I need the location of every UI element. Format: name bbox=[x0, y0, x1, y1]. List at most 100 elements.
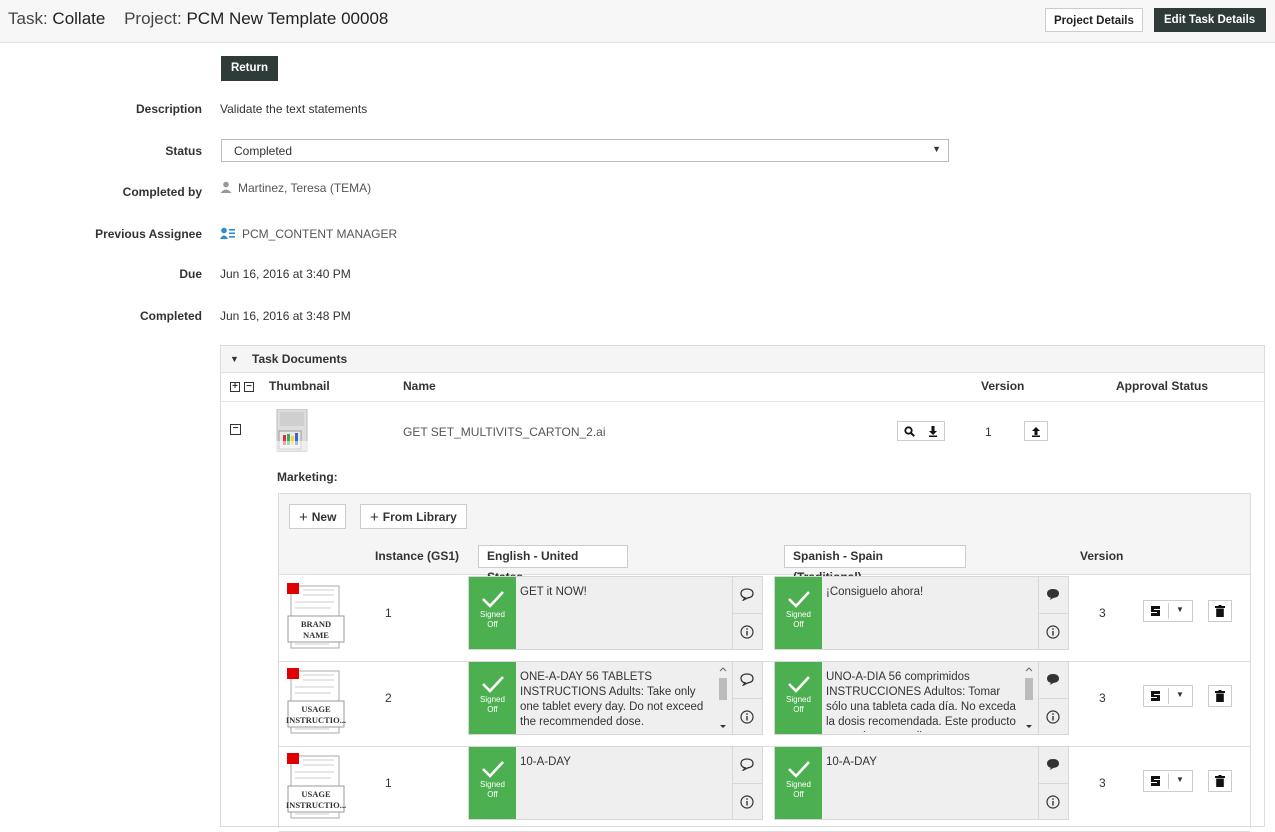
completed-label: Completed bbox=[139, 309, 202, 323]
content-thumbnail[interactable]: USAGEINSTRUCTIO... bbox=[279, 665, 347, 737]
signed-off-badge[interactable]: Signed Off bbox=[469, 662, 516, 734]
spanish-text-card[interactable]: Signed Off 10-A-DAY bbox=[774, 746, 1069, 820]
english-text-card[interactable]: Signed Off GET it NOW! bbox=[468, 576, 763, 650]
signed-off-text: Signed bbox=[480, 780, 505, 789]
spanish-text[interactable]: UNO-A-DIA 56 comprimidos INSTRUCCIONES A… bbox=[826, 670, 1021, 732]
description-label: Description bbox=[135, 102, 202, 116]
comment-filled-icon[interactable] bbox=[1046, 758, 1060, 771]
task-documents-header[interactable]: ▼ Task Documents bbox=[221, 346, 1264, 373]
checkmark-icon bbox=[481, 676, 504, 693]
expand-all-icon[interactable]: + bbox=[230, 382, 240, 392]
thumb-label: INSTRUCTIO... bbox=[286, 715, 346, 725]
delete-button[interactable] bbox=[1208, 685, 1232, 707]
caret-down-icon[interactable]: ▼ bbox=[1176, 605, 1184, 614]
document-name-link[interactable]: GET SET_MULTIVITS_CARTON_2.ai bbox=[403, 425, 606, 439]
caret-down-icon: ▼ bbox=[932, 144, 941, 154]
comment-icon[interactable] bbox=[740, 758, 754, 771]
checkmark-icon bbox=[787, 591, 810, 608]
info-icon[interactable] bbox=[740, 795, 754, 809]
language-select-english[interactable]: English - United States▼ bbox=[478, 545, 628, 584]
scrollbar[interactable] bbox=[1023, 666, 1035, 730]
collapse-triangle-icon[interactable]: ▼ bbox=[230, 354, 239, 364]
signed-off-badge[interactable]: Signed Off bbox=[469, 747, 516, 819]
signed-off-badge[interactable]: Signed Off bbox=[775, 662, 822, 734]
spanish-text[interactable]: 10-A-DAY bbox=[826, 755, 1021, 817]
english-text-card[interactable]: Signed Off 10-A-DAY bbox=[468, 746, 763, 820]
english-text-card[interactable]: Signed Off ONE-A-DAY 56 TABLETS INSTRUCTIO… bbox=[468, 661, 763, 735]
english-text[interactable]: GET it NOW! bbox=[520, 585, 715, 647]
document-thumbnail[interactable] bbox=[273, 409, 311, 453]
collapse-all-icon[interactable]: − bbox=[244, 382, 254, 392]
plus-icon: + bbox=[299, 509, 308, 526]
spanish-text-card[interactable]: Signed Off UNO-A-DIA 56 comprimidos INSTRU… bbox=[774, 661, 1069, 735]
status-select[interactable]: Completed ▼ bbox=[221, 139, 949, 162]
from-library-button[interactable]: + From Library bbox=[360, 504, 467, 529]
instance-column-header: Instance (GS1) bbox=[375, 549, 460, 563]
comment-filled-icon[interactable] bbox=[1046, 588, 1060, 601]
edit-task-details-button[interactable]: Edit Task Details bbox=[1154, 8, 1266, 32]
version-column-header: Version bbox=[981, 379, 1025, 393]
content-row: USAGE INSTRUCTIO... 1 Signed Off 10-A-DAY Sign… bbox=[279, 746, 1250, 832]
signed-off-text-2: Off bbox=[487, 620, 498, 629]
comment-icon[interactable] bbox=[740, 588, 754, 601]
info-icon[interactable] bbox=[740, 625, 754, 639]
signed-off-text: Signed bbox=[786, 695, 811, 704]
version-column-header-marketing: Version bbox=[1080, 549, 1124, 563]
info-icon[interactable] bbox=[1046, 795, 1060, 809]
delete-button[interactable] bbox=[1208, 770, 1232, 792]
download-icon[interactable] bbox=[921, 421, 945, 441]
name-column-header: Name bbox=[403, 379, 436, 393]
info-icon[interactable] bbox=[1046, 710, 1060, 724]
new-button[interactable]: + New bbox=[289, 504, 347, 529]
content-version: 3 bbox=[1099, 776, 1106, 790]
status-value: Completed bbox=[234, 144, 293, 158]
spanish-text-card[interactable]: Signed Off ¡Consiguelo ahora! bbox=[774, 576, 1069, 650]
marketing-content-grid: + New + From Library Instance (GS1) Englis… bbox=[278, 493, 1251, 832]
checkmark-icon bbox=[481, 591, 504, 608]
project-details-button[interactable]: Project Details bbox=[1045, 8, 1143, 32]
task-label: Task: bbox=[8, 9, 48, 28]
completed-by-link[interactable]: Martinez, Teresa (TEMA) bbox=[238, 181, 371, 195]
signed-off-badge[interactable]: Signed Off bbox=[469, 577, 516, 649]
delete-button[interactable] bbox=[1208, 600, 1232, 622]
signed-off-text-2: Off bbox=[793, 705, 804, 714]
previous-assignee-link[interactable]: PCM_CONTENT MANAGER bbox=[242, 227, 397, 241]
signed-off-text-2: Off bbox=[487, 790, 498, 799]
due-value: Jun 16, 2016 at 3:40 PM bbox=[220, 267, 351, 281]
content-row: USAGE INSTRUCTIO... 2 Signed Off ONE-A-DAY 56… bbox=[279, 661, 1250, 747]
search-icon[interactable] bbox=[897, 421, 921, 441]
task-documents-title: Task Documents bbox=[252, 352, 348, 366]
completed-by: Martinez, Teresa (TEMA) bbox=[220, 181, 371, 195]
caret-down-icon[interactable]: ▼ bbox=[1176, 690, 1184, 699]
language-select-spanish[interactable]: Spanish - Spain (Traditional)▼ bbox=[784, 545, 966, 584]
switch-version-button[interactable]: ▼ bbox=[1143, 600, 1193, 622]
return-button[interactable]: Return bbox=[221, 56, 278, 81]
thumb-label: INSTRUCTIO... bbox=[286, 800, 346, 810]
comment-filled-icon[interactable] bbox=[1046, 673, 1060, 686]
switch-version-button[interactable]: ▼ bbox=[1143, 685, 1193, 707]
group-icon bbox=[220, 227, 235, 239]
task-name: Collate bbox=[52, 9, 106, 28]
thumb-label: NAME bbox=[303, 630, 329, 640]
scrollbar[interactable] bbox=[717, 666, 729, 730]
previous-assignee-label: Previous Assignee bbox=[95, 227, 202, 241]
signed-off-badge[interactable]: Signed Off bbox=[775, 577, 822, 649]
english-text[interactable]: 10-A-DAY bbox=[520, 755, 715, 817]
english-text[interactable]: ONE-A-DAY 56 TABLETS INSTRUCTIONS Adults… bbox=[520, 670, 715, 732]
checkmark-icon bbox=[787, 761, 810, 778]
collapse-document-icon[interactable]: − bbox=[230, 424, 241, 435]
content-thumbnail[interactable]: USAGEINSTRUCTIO... bbox=[279, 750, 347, 822]
upload-icon[interactable] bbox=[1024, 421, 1048, 441]
switch-version-button[interactable]: ▼ bbox=[1143, 770, 1193, 792]
info-icon[interactable] bbox=[1046, 625, 1060, 639]
comment-icon[interactable] bbox=[740, 673, 754, 686]
content-thumbnail[interactable]: BRANDNAME bbox=[279, 580, 347, 652]
swap-icon bbox=[1151, 691, 1160, 701]
marketing-column-headers: Instance (GS1) English - United States▼ … bbox=[279, 540, 1250, 584]
spanish-text[interactable]: ¡Consiguelo ahora! bbox=[826, 585, 1021, 647]
caret-down-icon[interactable]: ▼ bbox=[1176, 775, 1184, 784]
signed-off-badge[interactable]: Signed Off bbox=[775, 747, 822, 819]
trash-icon bbox=[1215, 605, 1225, 617]
info-icon[interactable] bbox=[740, 710, 754, 724]
header-bar: Task: Collate Project: PCM New Template … bbox=[0, 0, 1275, 43]
